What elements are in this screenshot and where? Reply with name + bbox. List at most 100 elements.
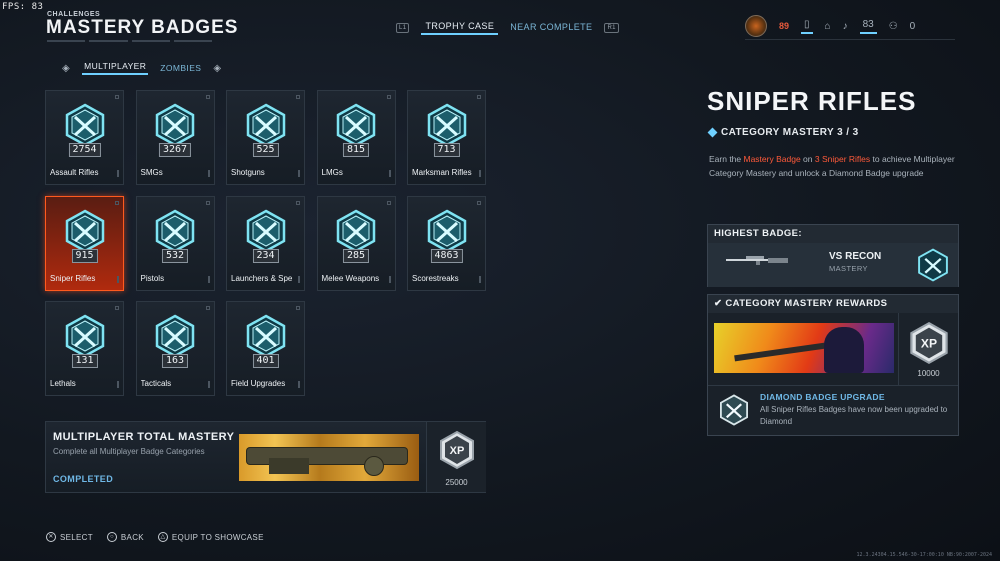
xp-label: XP [449,445,464,457]
mastery-badge-icon [334,209,378,253]
badge-tile[interactable]: 4863 Scorestreaks [407,195,486,291]
diamond-icon [707,127,718,138]
party-icon[interactable]: ⚇ [889,21,898,32]
select-button[interactable]: ✕ SELECT [46,532,93,542]
scroll-hint-icon [207,170,210,177]
fps-counter: FPS: 83 [2,2,44,12]
badge-tile[interactable]: 915 Sniper Rifles [45,195,124,291]
scroll-hint-icon [479,275,481,283]
equip-label: EQUIP TO SHOWCASE [171,532,264,542]
scroll-hint-icon [388,170,391,177]
corner-marker-icon [386,95,391,99]
badge-tile[interactable]: 713 Marksman Rifles [407,90,486,185]
triangle-button-icon: △ [157,532,168,542]
back-button[interactable]: ○ BACK [106,532,144,542]
right-bumper-icon: ◈ [213,62,222,74]
tab-multiplayer[interactable]: MULTIPLAYER [82,61,149,75]
rewards-heading: ✔ CATEGORY MASTERY REWARDS [708,295,958,313]
tab-near-complete[interactable]: NEAR COMPLETE [510,22,592,35]
title-underline [47,40,212,43]
badge-kill-count: 131 [71,354,98,368]
mastery-xp-value: 25000 [445,478,468,487]
scroll-hint-icon [298,170,300,177]
mastery-badge-icon [244,209,288,253]
scroll-hint-icon [117,170,119,177]
mastery-card-title: MULTIPLAYER TOTAL MASTERY [53,431,235,443]
badge-tile[interactable]: 234 Launchers & Spe [226,195,305,291]
badge-kill-count: 915 [71,248,98,263]
badge-tile[interactable]: 131 Lethals [45,301,124,396]
badge-category-label: Lethals [50,379,76,388]
badge-kill-count: 4863 [430,248,463,263]
status-divider [745,39,955,40]
badge-tile[interactable]: 525 Shotguns [226,90,305,185]
corner-marker-icon [477,200,481,205]
scroll-hint-icon [479,170,481,177]
sniper-rifle-icon [726,256,788,265]
badge-kill-count: 713 [433,143,460,157]
badge-category-label: Scorestreaks [412,273,459,283]
badge-kill-count: 532 [161,248,189,263]
detail-title: SNIPER RIFLES [707,86,917,116]
player-avatar[interactable] [745,15,767,37]
circle-button-icon: ○ [106,532,117,542]
corner-marker-icon [205,95,210,99]
badge-category-label: Tacticals [140,379,172,388]
select-label: SELECT [60,532,93,542]
tab-zombies[interactable]: ZOMBIES [160,63,201,73]
badge-tile[interactable]: 163 Tacticals [135,301,215,396]
mastery-badge-icon [334,103,378,147]
badge-tile[interactable]: 2754 Assault Rifles [45,90,124,185]
mastery-card-description: Complete all Multiplayer Badge Categorie… [53,447,205,456]
badge-category-label: LMGs [321,168,343,177]
rewards-xp-label: XP [920,336,936,350]
mastery-badge-icon [918,248,948,282]
scroll-hint-icon [207,381,210,388]
mastery-badge-icon [63,314,107,358]
scroll-hint-icon [117,381,119,388]
badge-kill-count: 401 [252,354,279,368]
corner-marker-icon [296,200,300,205]
tab-trophy-case[interactable]: TROPHY CASE [421,21,499,35]
badge-tile[interactable]: 401 Field Upgrades [226,301,305,396]
badge-kill-count: 525 [252,143,279,157]
badge-tile[interactable]: 285 Melee Weapons [316,195,396,291]
diamond-upgrade-description: All Sniper Rifles Badges have now been u… [760,405,948,426]
scroll-hint-icon [388,275,391,283]
footer-controls: ✕ SELECT ○ BACK △ EQUIP TO SHOWCASE [46,532,264,542]
detail-description: Earn the Mastery Badge on 3 Sniper Rifle… [709,154,955,178]
category-mastery-progress: CATEGORY MASTERY 3 / 3 [721,127,859,138]
scroll-hint-icon [117,275,119,283]
mastery-badge-icon [153,314,197,358]
badge-grid: 2754 Assault Rifles 3267 SMGs 525 Shotguns … [45,90,486,396]
highest-badge-heading: HIGHEST BADGE: [708,225,958,243]
highest-badge-tier: MASTERY [829,264,868,273]
mastery-badge-icon [425,209,469,253]
badge-kill-count: 285 [342,248,370,263]
build-info: 12.3.24304.15.546-30-17:00:10 NB:90:2007… [856,552,992,558]
badge-category-label: Marksman Rifles [412,168,472,177]
equip-to-showcase-button[interactable]: △ EQUIP TO SHOWCASE [157,532,264,542]
party-count: 0 [909,20,916,32]
corner-marker-icon [205,200,210,205]
mastery-card-status: COMPLETED [53,474,114,484]
mastery-badge-icon [244,314,288,358]
multiplayer-total-mastery-card[interactable]: MULTIPLAYER TOTAL MASTERY Complete all M… [45,421,486,493]
badge-kill-count: 3267 [158,143,192,157]
bell-icon[interactable]: ♪ [843,21,848,32]
xp-icon: XP [439,430,474,470]
rewards-xp-value: 10000 [917,369,940,378]
diamond-upgrade-title: DIAMOND BADGE UPGRADE [760,392,885,402]
status-bar: 89 ▯ ⌂ ♪ 83 ⚇ 0 [745,12,915,40]
prestige-badge[interactable]: 83 [859,19,877,34]
mastery-reward-camo-image [239,434,419,481]
back-label: BACK [120,532,144,542]
badge-category-label: Assault Rifles [50,168,99,177]
mastery-badge-icon [425,103,469,147]
badge-tile[interactable]: 815 LMGs [316,90,396,185]
badge-tile[interactable]: 3267 SMGs [135,90,215,185]
diamond-upgrade-row: DIAMOND BADGE UPGRADE All Sniper Rifles … [708,385,958,435]
corner-marker-icon [386,200,391,205]
badge-tile[interactable]: 532 Pistols [135,195,215,291]
badge-kill-count: 2754 [68,143,101,157]
